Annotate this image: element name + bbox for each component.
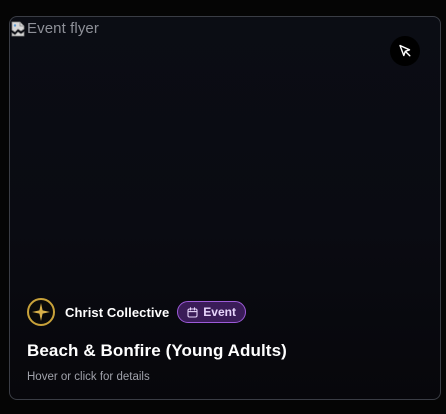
calendar-icon	[187, 306, 198, 318]
badge-label: Event	[203, 305, 236, 319]
organization-logo	[27, 298, 55, 326]
cursor-pointer-icon	[399, 44, 411, 57]
card-footer: Christ Collective Event Beach & Bonfire …	[27, 296, 423, 383]
details-hint: Hover or click for details	[27, 371, 150, 383]
event-card[interactable]: Event flyer Christ Collective Event Beac…	[9, 16, 441, 400]
star-compass-logo	[32, 303, 50, 321]
broken-image-icon	[11, 21, 25, 37]
organization-row: Christ Collective Event	[27, 296, 423, 328]
image-alt-text: Event flyer	[27, 20, 99, 37]
event-title[interactable]: Beach & Bonfire (Young Adults)	[27, 341, 423, 361]
event-type-badge: Event	[177, 301, 246, 323]
organization-name[interactable]: Christ Collective	[65, 305, 169, 320]
broken-image: Event flyer	[11, 20, 99, 37]
details-pointer-button[interactable]	[390, 36, 420, 66]
